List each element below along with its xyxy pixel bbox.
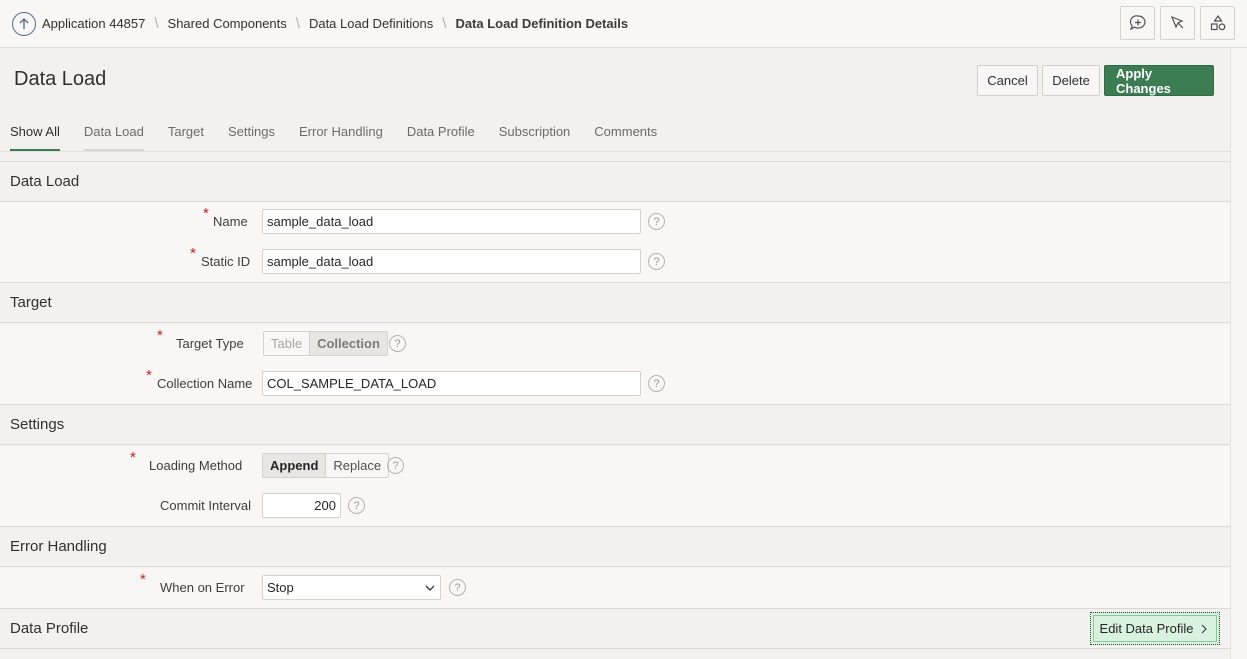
- breadcrumb-application[interactable]: Application 44857: [42, 16, 145, 31]
- field-row-static-id: * Static ID sample_data_load ?: [0, 242, 1230, 282]
- breadcrumb-current-page: Data Load Definition Details: [455, 16, 629, 31]
- cancel-button[interactable]: Cancel: [977, 65, 1038, 96]
- comment-add-button[interactable]: [1120, 6, 1155, 40]
- target-type-radio-group: Table Collection: [263, 331, 388, 356]
- breadcrumb-data-load-definitions[interactable]: Data Load Definitions: [309, 16, 433, 31]
- section-title: Data Profile: [10, 620, 89, 637]
- page-title: Data Load: [14, 68, 107, 90]
- section-header-settings: Settings: [0, 404, 1230, 445]
- commit-interval-input[interactable]: 200: [262, 493, 341, 518]
- breadcrumb-separator: \: [442, 15, 447, 32]
- when-on-error-select[interactable]: Stop: [262, 575, 441, 600]
- help-icon[interactable]: ?: [449, 579, 466, 596]
- section-header-target: Target: [0, 282, 1230, 323]
- edit-pencil-button[interactable]: [1160, 6, 1195, 40]
- tab-data-profile[interactable]: Data Profile: [407, 124, 475, 152]
- breadcrumb: Application 44857 \ Shared Components \ …: [42, 15, 628, 32]
- region-tabs: Show All Data Load Target Settings Error…: [10, 124, 681, 152]
- section-body-error-handling: * When on Error Stop ?: [0, 568, 1230, 608]
- section-title: Error Handling: [10, 538, 107, 555]
- tab-error-handling[interactable]: Error Handling: [299, 124, 383, 152]
- help-icon[interactable]: ?: [648, 253, 665, 270]
- help-icon[interactable]: ?: [387, 457, 404, 474]
- tab-data-load[interactable]: Data Load: [83, 124, 144, 152]
- required-indicator: *: [146, 367, 152, 384]
- apply-changes-button[interactable]: Apply Changes: [1104, 65, 1214, 96]
- when-on-error-label: When on Error: [160, 580, 245, 595]
- section-title: Target: [10, 294, 52, 311]
- section-header-error-handling: Error Handling: [0, 526, 1230, 567]
- edit-data-profile-label: Edit Data Profile: [1099, 621, 1194, 636]
- name-input[interactable]: sample_data_load: [262, 209, 641, 234]
- collection-name-label: Collection Name: [157, 376, 253, 391]
- loading-method-option-append[interactable]: Append: [263, 454, 326, 477]
- static-id-label: Static ID: [201, 254, 251, 269]
- section-header-data-profile: Data Profile: [0, 608, 1230, 649]
- required-indicator: *: [140, 571, 146, 588]
- when-on-error-value: Stop: [267, 580, 294, 595]
- field-row-commit-interval: Commit Interval 200 ?: [0, 486, 1230, 526]
- top-bar: Application 44857 \ Shared Components \ …: [0, 0, 1247, 48]
- delete-button[interactable]: Delete: [1042, 65, 1100, 96]
- edit-data-profile-button[interactable]: Edit Data Profile: [1090, 612, 1220, 645]
- help-icon[interactable]: ?: [389, 335, 406, 352]
- section-title: Settings: [10, 416, 65, 433]
- chevron-down-icon: [425, 585, 435, 591]
- field-row-when-on-error: * When on Error Stop ?: [0, 568, 1230, 608]
- tab-target[interactable]: Target: [168, 124, 204, 152]
- static-id-input[interactable]: sample_data_load: [262, 249, 641, 274]
- breadcrumb-separator: \: [295, 15, 300, 32]
- navigate-up-icon[interactable]: [12, 12, 36, 36]
- loading-method-radio-group: Append Replace: [262, 453, 390, 478]
- tab-settings[interactable]: Settings: [228, 124, 275, 152]
- tabs-divider: [0, 151, 1230, 152]
- required-indicator: *: [130, 449, 136, 466]
- chevron-right-icon: [1202, 624, 1208, 633]
- collection-name-input[interactable]: COL_SAMPLE_DATA_LOAD: [262, 371, 641, 396]
- field-row-collection-name: * Collection Name COL_SAMPLE_DATA_LOAD ?: [0, 364, 1230, 404]
- section-body-settings: * Loading Method Append Replace ? Commit…: [0, 446, 1230, 526]
- help-icon[interactable]: ?: [348, 497, 365, 514]
- target-type-option-collection: Collection: [309, 332, 387, 355]
- loading-method-label: Loading Method: [149, 458, 243, 473]
- tab-subscription[interactable]: Subscription: [499, 124, 571, 152]
- commit-interval-label: Commit Interval: [160, 498, 252, 513]
- field-row-loading-method: * Loading Method Append Replace ?: [0, 446, 1230, 486]
- shared-components-button[interactable]: [1200, 6, 1235, 40]
- target-type-option-table: Table: [264, 332, 310, 355]
- field-row-target-type: * Target Type Table Collection ?: [0, 324, 1230, 364]
- section-header-data-load: Data Load: [0, 161, 1230, 202]
- comment-add-icon: [1129, 15, 1146, 31]
- section-body-data-load: * Name sample_data_load ? * Static ID sa…: [0, 202, 1230, 282]
- help-icon[interactable]: ?: [648, 213, 665, 230]
- field-row-name: * Name sample_data_load ?: [0, 202, 1230, 242]
- pencil-icon: [1170, 15, 1183, 29]
- breadcrumb-separator: \: [154, 15, 159, 32]
- tab-comments[interactable]: Comments: [594, 124, 657, 152]
- breadcrumb-shared-components[interactable]: Shared Components: [168, 16, 287, 31]
- target-type-label: Target Type: [176, 336, 244, 351]
- section-body-target: * Target Type Table Collection ? * Colle…: [0, 324, 1230, 404]
- shapes-icon: [1210, 14, 1225, 31]
- help-icon[interactable]: ?: [648, 375, 665, 392]
- section-title: Data Load: [10, 173, 80, 190]
- loading-method-option-replace[interactable]: Replace: [325, 454, 389, 477]
- required-indicator: *: [203, 205, 209, 222]
- name-label: Name: [213, 214, 248, 229]
- scrollbar[interactable]: [1230, 48, 1247, 659]
- required-indicator: *: [190, 245, 196, 262]
- required-indicator: *: [157, 327, 163, 344]
- tab-show-all[interactable]: Show All: [10, 124, 60, 152]
